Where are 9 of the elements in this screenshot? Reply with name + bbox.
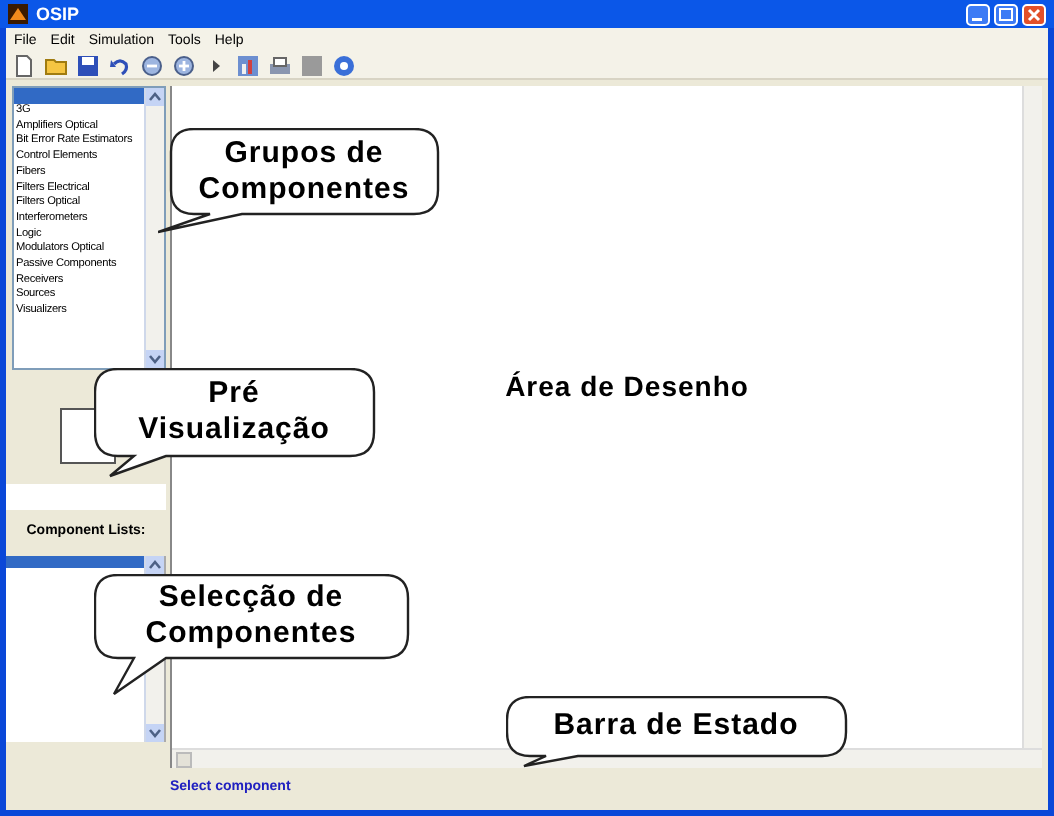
callout-label: Selecção de (158, 580, 344, 616)
callout-label: Visualização (138, 412, 330, 448)
callout-label: Barra de Estado (553, 708, 799, 744)
window-title: OSIP (36, 5, 80, 23)
callout-label: Componentes (145, 616, 357, 652)
callout-label: Componentes (198, 171, 410, 207)
callout-label: Pré (208, 376, 260, 412)
callout-label: Grupos de (224, 135, 384, 171)
canvas-label: Área de Desenho (505, 368, 749, 406)
